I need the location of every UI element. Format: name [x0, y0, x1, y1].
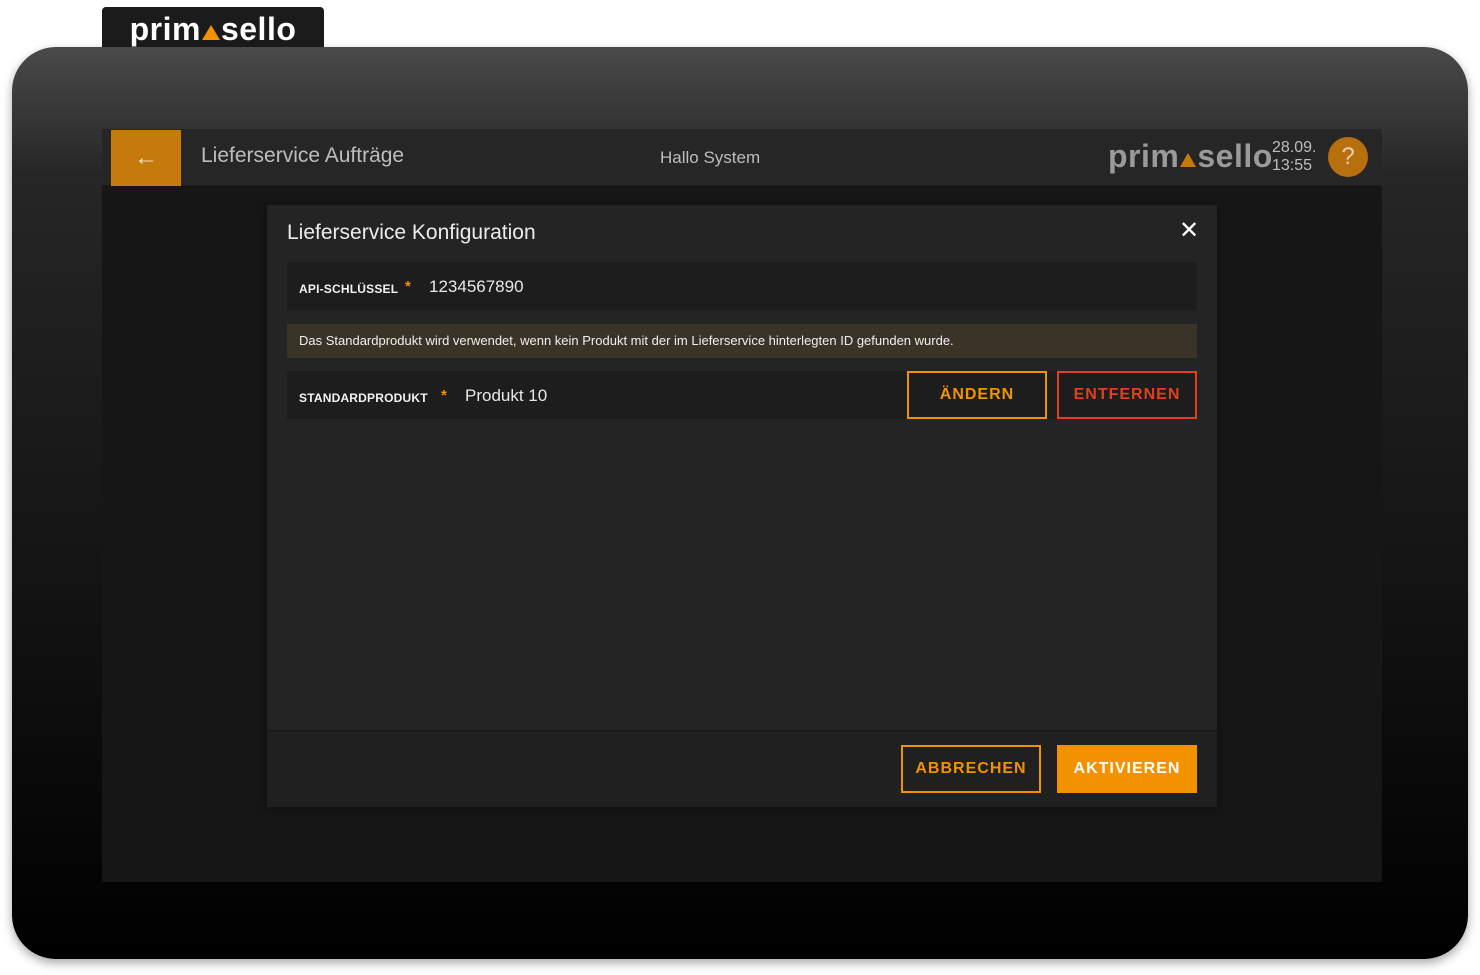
page-title: Lieferservice Aufträge	[201, 144, 405, 167]
app-screen: ← Lieferservice Aufträge Hallo System pr…	[102, 129, 1382, 882]
change-button[interactable]: ÄNDERN	[907, 371, 1047, 419]
config-dialog: Lieferservice Konfiguration ✕ API-SCHLÜS…	[267, 205, 1217, 807]
required-mark: *	[441, 387, 447, 404]
date-text: 28.09.	[1272, 139, 1317, 156]
top-bar: ← Lieferservice Aufträge Hallo System pr…	[102, 129, 1382, 186]
default-product-field: STANDARDPRODUKT * Produkt 10 ÄNDERN ENTF…	[287, 371, 1197, 419]
logo-text-right: sello	[1197, 138, 1273, 174]
default-product-label: STANDARDPRODUKT	[299, 391, 428, 405]
api-key-label: API-SCHLÜSSEL	[299, 282, 399, 296]
logo-text-right: sello	[220, 10, 297, 47]
dialog-footer: ABBRECHEN AKTIVIEREN	[267, 730, 1217, 807]
info-box: Das Standardprodukt wird verwendet, wenn…	[287, 324, 1197, 358]
remove-button[interactable]: ENTFERNEN	[1057, 371, 1197, 419]
brand-tab: prim sello	[102, 7, 324, 51]
logo-a-mark	[1180, 152, 1197, 167]
arrow-left-icon: ←	[134, 144, 158, 171]
time-text: 13:55	[1272, 157, 1313, 174]
logo-a-mark	[201, 24, 220, 40]
api-key-field[interactable]: API-SCHLÜSSEL * 1234567890	[287, 262, 1197, 310]
logo-text-left: prim	[129, 10, 201, 47]
required-mark: *	[405, 278, 411, 295]
datetime: 28.09. 13:55	[1272, 139, 1316, 175]
topbar-logo: prim sello	[1108, 138, 1273, 175]
back-button[interactable]: ←	[111, 130, 181, 186]
question-mark-icon: ?	[1341, 143, 1355, 170]
dialog-title: Lieferservice Konfiguration	[287, 221, 536, 244]
logo-text-left: prim	[1108, 138, 1180, 174]
default-product-value: Produkt 10	[465, 386, 548, 405]
api-key-value[interactable]: 1234567890	[429, 277, 524, 297]
cancel-button[interactable]: ABBRECHEN	[901, 745, 1041, 793]
help-button[interactable]: ?	[1328, 137, 1368, 177]
greeting-text: Hallo System	[660, 148, 761, 167]
primasello-logo: prim sello	[130, 11, 297, 48]
close-icon[interactable]: ✕	[1178, 219, 1200, 243]
activate-button[interactable]: AKTIVIEREN	[1057, 745, 1197, 793]
primasello-logo-small: prim sello	[1108, 138, 1273, 175]
